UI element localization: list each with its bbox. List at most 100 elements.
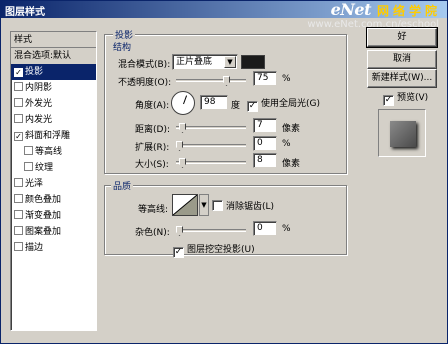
new-style-button[interactable]: 新建样式(W)... (367, 69, 437, 88)
antialias-box[interactable] (212, 200, 223, 211)
shadow-color-swatch[interactable] (241, 55, 265, 69)
preview-box[interactable]: ✓ (383, 95, 394, 106)
sidebar-item-label: 图案叠加 (25, 227, 62, 237)
noise-input[interactable]: 0 (253, 221, 277, 236)
sidebar-checkbox[interactable] (24, 162, 33, 171)
sidebar-item-label: 颜色叠加 (25, 195, 62, 205)
angle-input[interactable]: 98 (200, 95, 228, 110)
distance-input[interactable]: 7 (253, 118, 277, 133)
logo-subtitle: 网络学院 (376, 4, 441, 18)
distance-unit: 像素 (282, 124, 301, 134)
size-slider[interactable] (176, 158, 246, 168)
sidebar-item[interactable]: ✓ 斜面和浮雕 (11, 128, 96, 144)
sidebar-item-label: 光泽 (25, 179, 44, 189)
sidebar-checkbox[interactable] (14, 178, 23, 187)
quality-title: 品质 (111, 179, 134, 192)
sidebar-item-label: 纹理 (35, 163, 54, 173)
size-label: 大小(S): (135, 160, 169, 170)
styles-list: 样式 混合选项:默认 ✓ 投影 内阴影 外发光 内发光 ✓ 斜面和浮雕 等高线 纹理 光泽 颜色叠加渐… (10, 31, 97, 331)
distance-label: 距离(D): (135, 125, 170, 135)
knockout-label: 图层挖空投影(U) (187, 245, 255, 255)
contour-preview[interactable] (172, 194, 198, 216)
title-bar[interactable]: 图层样式 eNet 网络学院 (1, 1, 447, 18)
sidebar-checkbox[interactable] (14, 210, 23, 219)
size-unit: 像素 (282, 159, 301, 169)
opacity-unit: % (282, 74, 291, 84)
layer-style-dialog: 图层样式 eNet 网络学院 www.eNet.com.cn/eschool 样式… (0, 0, 448, 344)
noise-unit: % (282, 224, 291, 234)
blend-mode-select[interactable]: 正片叠底 ▼ (172, 54, 238, 70)
cancel-button[interactable]: 取消 (367, 50, 437, 69)
preview-thumbnail (390, 121, 416, 147)
opacity-label: 不透明度(O): (118, 78, 172, 88)
preview-checkbox[interactable]: ✓ 预览(V) (383, 90, 428, 106)
global-light-box[interactable]: ✓ (247, 101, 258, 112)
sidebar-item-label: 内阴影 (25, 83, 53, 93)
sidebar-checkbox[interactable] (14, 114, 23, 123)
styles-items: 混合选项:默认 ✓ 投影 内阴影 外发光 内发光 ✓ 斜面和浮雕 等高线 纹理 光泽 颜色叠加 渐变叠加… (11, 48, 96, 256)
spread-input[interactable]: 0 (253, 136, 277, 151)
global-light-label: 使用全局光(G) (261, 99, 320, 109)
sidebar-item[interactable]: 等高线 (11, 144, 96, 160)
sidebar-item-label: 内发光 (25, 115, 53, 125)
chevron-down-icon[interactable]: ▼ (224, 56, 236, 68)
preview-label: 预览(V) (397, 93, 429, 103)
sidebar-item[interactable]: 颜色叠加 (11, 192, 96, 208)
antialias-checkbox[interactable]: 消除锯齿(L) (212, 199, 274, 212)
spread-slider[interactable] (176, 141, 246, 151)
styles-header[interactable]: 样式 (11, 32, 96, 48)
sidebar-checkbox[interactable] (14, 98, 23, 107)
size-input[interactable]: 8 (253, 153, 277, 168)
knockout-box[interactable]: ✓ (173, 247, 184, 258)
ok-button[interactable]: 好 (366, 27, 438, 48)
angle-unit: 度 (231, 101, 241, 111)
distance-slider[interactable] (176, 123, 246, 133)
contour-curve-icon (172, 194, 198, 216)
sidebar-item-label: 描边 (25, 243, 44, 253)
sidebar-item-label: 投影 (25, 67, 44, 77)
angle-dial[interactable] (171, 91, 195, 115)
structure-title: 结构 (111, 40, 134, 53)
knockout-checkbox[interactable]: ✓ 图层挖空投影(U) (173, 242, 255, 258)
opacity-input[interactable]: 75 (253, 71, 277, 86)
sidebar-item[interactable]: 光泽 (11, 176, 96, 192)
logo-text: eNet (330, 0, 372, 19)
sidebar-item[interactable]: 内发光 (11, 112, 96, 128)
sidebar-item-label: 等高线 (35, 147, 63, 157)
noise-slider[interactable] (176, 226, 246, 236)
sidebar-item-label: 渐变叠加 (25, 211, 62, 221)
sidebar-item[interactable]: 混合选项:默认 (11, 48, 96, 64)
chevron-down-icon: ▼ (201, 201, 207, 209)
blend-mode-value: 正片叠底 (176, 57, 213, 67)
sidebar-item-label: 混合选项:默认 (14, 51, 72, 61)
opacity-slider[interactable] (176, 76, 246, 86)
sidebar-item[interactable]: ✓ 投影 (11, 64, 96, 80)
global-light-checkbox[interactable]: ✓ 使用全局光(G) (247, 96, 320, 112)
enet-logo: eNet 网络学院 (331, 1, 441, 18)
sidebar-item-label: 斜面和浮雕 (25, 131, 71, 141)
style-preview (378, 109, 426, 157)
angle-needle (183, 95, 188, 105)
sidebar-item[interactable]: 纹理 (11, 160, 96, 176)
sidebar-item[interactable]: 描边 (11, 240, 96, 256)
sidebar-checkbox[interactable] (14, 82, 23, 91)
contour-dropdown-button[interactable]: ▼ (199, 194, 209, 216)
sidebar-checkbox[interactable] (14, 242, 23, 251)
sidebar-item[interactable]: 内阴影 (11, 80, 96, 96)
spread-label: 扩展(R): (135, 143, 170, 153)
sidebar-checkbox[interactable] (14, 194, 23, 203)
angle-label: 角度(A): (135, 101, 170, 111)
spread-unit: % (282, 139, 291, 149)
window-title: 图层样式 (5, 7, 45, 18)
sidebar-item[interactable]: 渐变叠加 (11, 208, 96, 224)
sidebar-item[interactable]: 外发光 (11, 96, 96, 112)
sidebar-item[interactable]: 图案叠加 (11, 224, 96, 240)
contour-label: 等高线: (138, 205, 169, 215)
sidebar-checkbox[interactable]: ✓ (14, 132, 23, 141)
sidebar-item-label: 外发光 (25, 99, 53, 109)
noise-label: 杂色(N): (135, 228, 170, 238)
sidebar-checkbox[interactable] (24, 146, 33, 155)
sidebar-checkbox[interactable] (14, 226, 23, 235)
antialias-label: 消除锯齿(L) (226, 202, 275, 212)
sidebar-checkbox[interactable]: ✓ (14, 68, 23, 77)
